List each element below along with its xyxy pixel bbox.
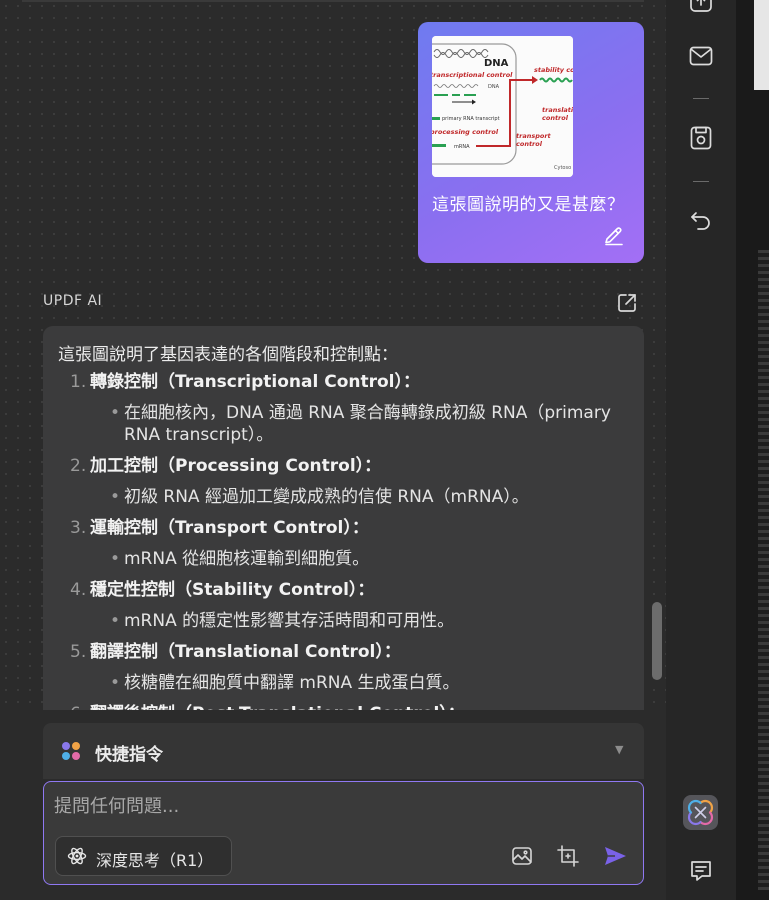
- list-item-title: 加工控制（Processing Control）：: [90, 456, 382, 476]
- thumb-label-transport-2: control: [516, 140, 543, 148]
- undo-icon[interactable]: [688, 208, 714, 234]
- atom-icon: [67, 846, 87, 866]
- list-item-detail-text: mRNA 從細胞核運輸到細胞質。: [124, 549, 370, 569]
- quick-commands-label: 快捷指令: [95, 745, 163, 765]
- thumb-label-transport-1: transport: [516, 132, 552, 140]
- prompt-box: 深度思考（R1）: [43, 781, 644, 885]
- list-item: 4. 穩定性控制（Stability Control）：: [70, 579, 630, 610]
- chat-pane: DNA transcriptional control DNA primary …: [0, 0, 666, 900]
- thumb-label-dna-small: DNA: [488, 84, 500, 90]
- list-item-detail-text: 核糖體在細胞質中翻譯 mRNA 生成蛋白質。: [124, 673, 460, 693]
- bullet: •: [110, 487, 121, 507]
- bullet: •: [110, 549, 121, 569]
- list-item-number: 2.: [70, 456, 87, 476]
- image-icon[interactable]: [510, 844, 534, 868]
- list-item-detail: • 核糖體在細胞質中翻譯 mRNA 生成蛋白質。: [70, 672, 630, 694]
- save-icon[interactable]: [688, 125, 714, 151]
- list-item-number: 5.: [70, 642, 87, 662]
- export-icon[interactable]: [615, 291, 639, 315]
- mail-icon[interactable]: [688, 43, 714, 69]
- list-item-number: 3.: [70, 518, 87, 538]
- attached-image-thumbnail[interactable]: DNA transcriptional control DNA primary …: [432, 36, 573, 177]
- thumb-label-primary-rna: primary RNA transcript: [442, 116, 500, 122]
- comment-icon[interactable]: [688, 858, 714, 884]
- list-item-title: 轉錄控制（Transcriptional Control）：: [90, 372, 420, 392]
- ai-response-card: 這張圖說明了基因表達的各個階段和控制點： 1. 轉錄控制（Transcripti…: [43, 326, 644, 711]
- list-item: 2. 加工控制（Processing Control）：: [70, 455, 630, 486]
- chevron-down-icon[interactable]: ▼: [615, 743, 623, 756]
- top-divider: [22, 0, 644, 2]
- ai-sender-label: UPDF AI: [43, 293, 103, 309]
- thumb-label-processing: processing control: [432, 128, 499, 136]
- list-item: 5. 翻譯控制（Translational Control）：: [70, 641, 630, 672]
- list-item-title: 運輸控制（Transport Control）：: [90, 518, 369, 538]
- edit-icon[interactable]: [602, 222, 626, 246]
- thumb-label-translational-2: control: [542, 114, 569, 122]
- list-item: 1. 轉錄控制（Transcriptional Control）：: [70, 371, 630, 402]
- list-item-detail-text: 初級 RNA 經過加工變成成熟的信使 RNA（mRNA）。: [124, 487, 529, 507]
- upload-icon[interactable]: [688, 0, 714, 14]
- chat-scrollbar-thumb[interactable]: [652, 602, 662, 680]
- updf-ai-icon[interactable]: [683, 795, 718, 830]
- bullet: •: [110, 673, 121, 693]
- crop-screenshot-icon[interactable]: [556, 844, 580, 868]
- user-message-card: DNA transcriptional control DNA primary …: [418, 22, 644, 263]
- list-item-number: 4.: [70, 580, 87, 600]
- list-item-detail: • 在細胞核內，DNA 通過 RNA 聚合酶轉錄成初級 RNA（primary …: [70, 402, 630, 446]
- list-item-detail-text: mRNA 的穩定性影響其存活時間和可用性。: [124, 611, 455, 631]
- deep-think-label: 深度思考（R1）: [96, 851, 214, 870]
- quick-commands-icon: [59, 739, 83, 763]
- thumb-label-mrna: mRNA: [454, 144, 470, 150]
- list-item-detail: • 初級 RNA 經過加工變成成熟的信使 RNA（mRNA）。: [70, 486, 630, 508]
- list-item-detail-text: 在細胞核內，DNA 通過 RNA 聚合酶轉錄成初級 RNA（primary RN…: [124, 403, 611, 445]
- deep-think-button[interactable]: 深度思考（R1）: [55, 836, 232, 876]
- list-item-title: 翻譯控制（Translational Control）：: [90, 642, 401, 662]
- thumb-label-translational-1: translatio: [542, 106, 573, 114]
- ai-response-intro: 這張圖說明了基因表達的各個階段和控制點：: [58, 345, 398, 365]
- thumb-label-stability: stability co: [534, 66, 573, 74]
- send-icon[interactable]: [603, 844, 627, 868]
- bullet: •: [110, 403, 121, 423]
- prompt-input[interactable]: [54, 793, 614, 819]
- toolbar-divider: [693, 98, 709, 99]
- list-item-number: 1.: [70, 372, 87, 392]
- list-item-detail: • mRNA 的穩定性影響其存活時間和可用性。: [70, 610, 630, 632]
- ai-response-list: 1. 轉錄控制（Transcriptional Control）： • 在細胞核…: [70, 371, 630, 711]
- list-item-title: 穩定性控制（Stability Control）：: [90, 580, 375, 600]
- background-document-edge: [736, 0, 769, 900]
- thumb-label-dna: DNA: [484, 58, 509, 69]
- list-item: 3. 運輸控制（Transport Control）：: [70, 517, 630, 548]
- toolbar-divider: [693, 181, 709, 182]
- thumb-label-cytosol: Cytoso: [554, 165, 571, 171]
- thumb-label-transcriptional: transcriptional control: [432, 71, 513, 79]
- user-question-text: 這張圖說明的又是甚麼？: [432, 195, 625, 215]
- list-item-detail: • mRNA 從細胞核運輸到細胞質。: [70, 548, 630, 570]
- bullet: •: [110, 611, 121, 631]
- right-toolbar: [666, 0, 736, 900]
- quick-commands-bar[interactable]: 快捷指令 ▼: [43, 723, 644, 779]
